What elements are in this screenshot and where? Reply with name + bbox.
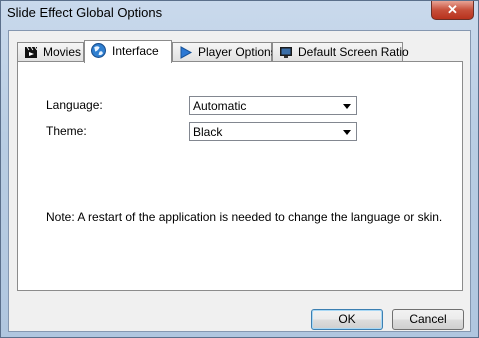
restart-note: Note: A restart of the application is ne… <box>46 210 443 224</box>
tab-movies[interactable]: Movies <box>17 42 84 62</box>
tab-interface[interactable]: Interface <box>84 40 172 63</box>
language-label: Language: <box>46 98 103 112</box>
theme-select-value: Black <box>193 125 223 139</box>
language-select-value: Automatic <box>193 99 247 113</box>
chevron-down-icon <box>343 104 351 109</box>
tab-player-options[interactable]: Player Options <box>172 42 277 62</box>
dialog-window: Slide Effect Global Options ✕ Movies Int… <box>0 0 479 338</box>
cancel-button[interactable]: Cancel <box>392 309 464 330</box>
tab-movies-label: Movies <box>43 45 82 59</box>
globe-icon <box>91 43 106 58</box>
ok-button[interactable]: OK <box>311 309 383 330</box>
theme-label: Theme: <box>46 124 87 138</box>
tab-interface-label: Interface <box>112 44 159 58</box>
tab-default-screen-ratio[interactable]: Default Screen Ratio <box>272 42 409 62</box>
window-title: Slide Effect Global Options <box>7 5 163 20</box>
title-bar[interactable]: Slide Effect Global Options ✕ <box>1 1 478 27</box>
tab-default-screen-ratio-label: Default Screen Ratio <box>298 45 409 59</box>
chevron-down-icon <box>343 130 351 135</box>
dialog-client-area: Movies Interface Player Options Default … <box>8 30 471 332</box>
theme-select[interactable]: Black <box>189 122 357 141</box>
tab-player-options-label: Player Options <box>198 45 277 59</box>
close-button[interactable]: ✕ <box>431 1 474 20</box>
monitor-icon <box>280 47 292 58</box>
film-clapper-icon <box>25 46 38 58</box>
play-arrow-icon <box>180 46 193 59</box>
language-select[interactable]: Automatic <box>189 96 357 115</box>
interface-tab-panel: Language: Automatic Theme: Black Note: A… <box>17 61 463 291</box>
